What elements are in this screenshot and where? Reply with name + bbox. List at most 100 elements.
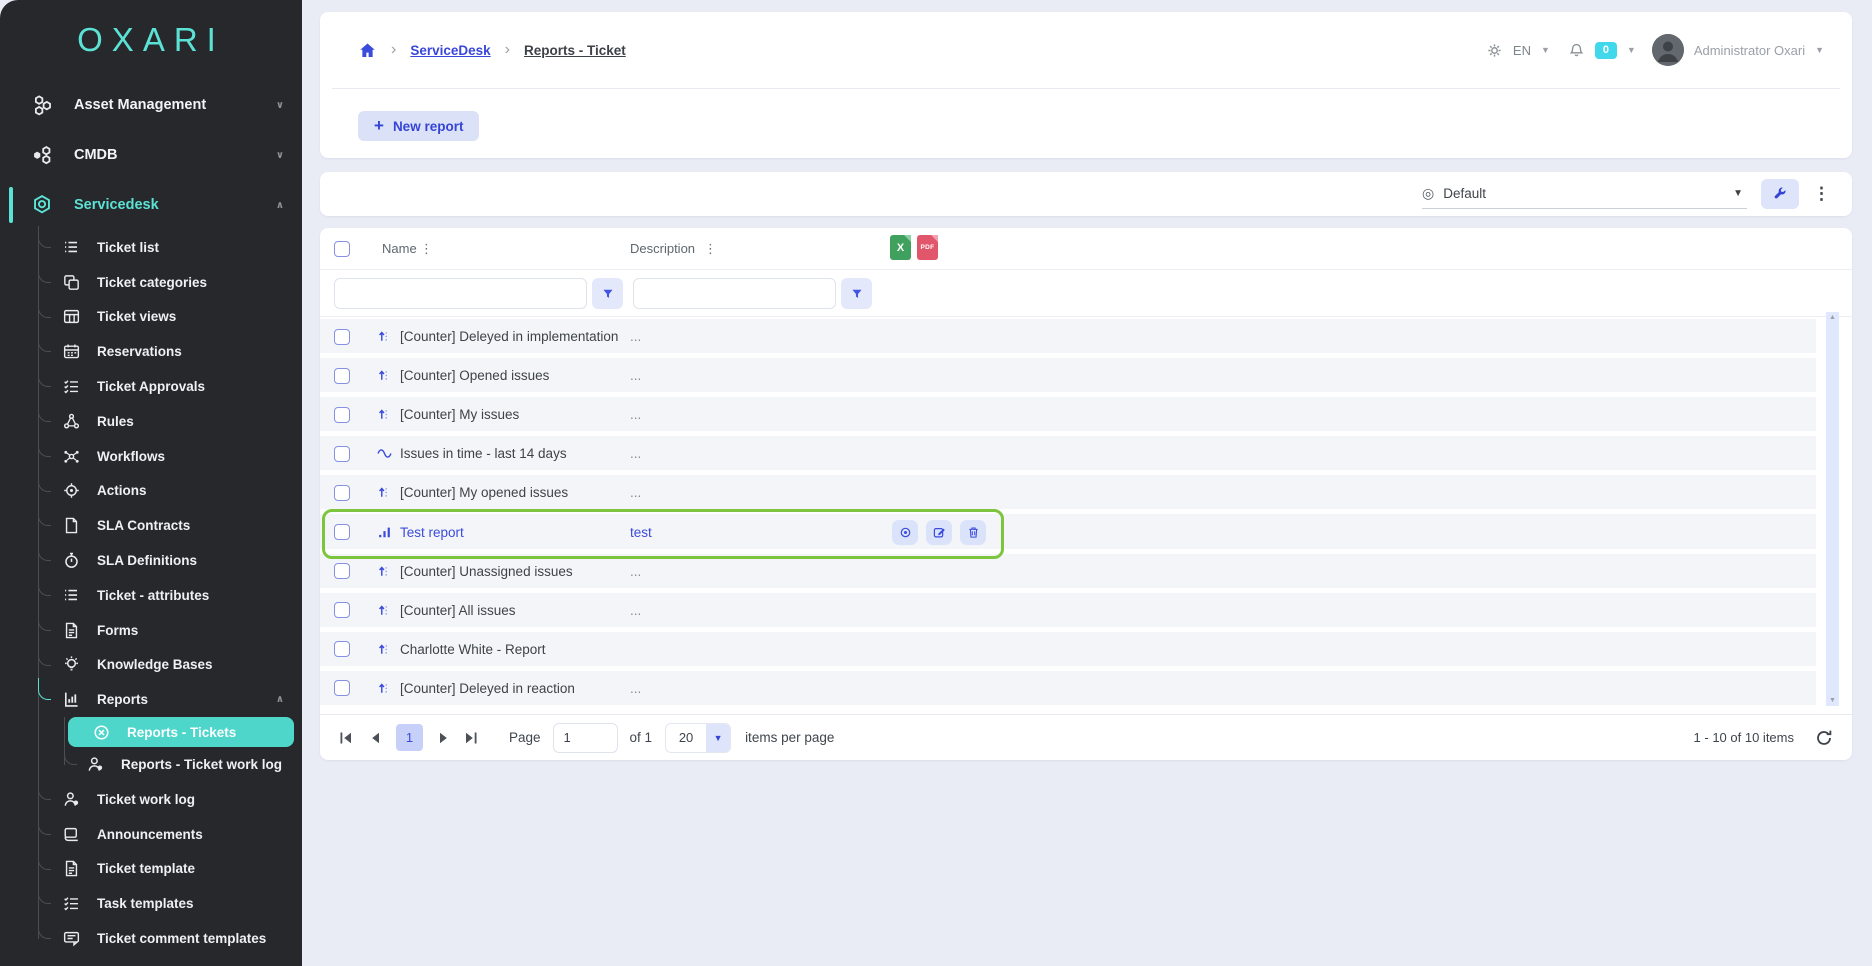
sidebar-item-sla-contracts[interactable]: SLA Contracts [0, 508, 302, 543]
scroll-down-icon[interactable]: ▼ [1826, 697, 1839, 704]
name-filter-funnel-icon[interactable] [592, 278, 623, 309]
sidebar-section-cmdb[interactable]: CMDB∨ [0, 130, 302, 180]
sidebar-item-reservations[interactable]: Reservations [0, 334, 302, 369]
sidebar-item-label: Reports [97, 692, 148, 707]
sidebar-item-ticket-approvals[interactable]: Ticket Approvals [0, 369, 302, 404]
notification-count-badge[interactable]: 0 [1595, 42, 1617, 59]
table-row[interactable]: [Counter] My issues... [320, 395, 1816, 434]
description-filter-funnel-icon[interactable] [841, 278, 872, 309]
language-selector[interactable]: EN [1513, 43, 1531, 58]
notifications-bell-icon[interactable] [1568, 42, 1585, 59]
delete-button[interactable] [960, 520, 986, 545]
sidebar-item-ticket-views[interactable]: Ticket views [0, 300, 302, 335]
new-report-button[interactable]: + New report [358, 111, 479, 141]
sidebar-section-servicedesk[interactable]: Servicedesk∧ [0, 180, 302, 230]
table-row[interactable]: Charlotte White - Report [320, 630, 1816, 669]
row-checkbox[interactable] [334, 680, 350, 696]
sidebar-item-ticket-attributes[interactable]: Ticket - attributes [0, 578, 302, 613]
export-excel-icon[interactable]: X [890, 235, 911, 260]
sidebar-item-label: Ticket Approvals [97, 379, 205, 394]
table-row[interactable]: [Counter] Deleyed in implementation... [320, 317, 1816, 356]
report-name[interactable]: [Counter] My issues [400, 407, 519, 422]
report-name[interactable]: [Counter] All issues [400, 603, 516, 618]
tree-connector [38, 435, 51, 457]
row-checkbox[interactable] [334, 368, 350, 384]
bulb-icon [62, 655, 81, 674]
sidebar-item-reports[interactable]: Reports∧ [0, 682, 302, 717]
row-checkbox[interactable] [334, 329, 350, 345]
row-checkbox[interactable] [334, 446, 350, 462]
chevron-down-icon: ∨ [276, 100, 284, 111]
table-row[interactable]: [Counter] Opened issues... [320, 356, 1816, 395]
last-page-button[interactable] [463, 730, 479, 746]
sidebar-item-ticket-work-log[interactable]: Ticket work log [0, 782, 302, 817]
page-number-input[interactable] [553, 723, 618, 753]
sidebar-item-ticket-comment-templates[interactable]: Ticket comment templates [0, 921, 302, 956]
scroll-up-icon[interactable]: ▲ [1826, 314, 1839, 321]
sidebar-item-reports-ticket-work-log[interactable]: Reports - Ticket work log [0, 747, 302, 782]
table-row[interactable]: [Counter] Deleyed in reaction... [320, 669, 1816, 708]
previous-page-button[interactable] [368, 730, 384, 746]
report-name[interactable]: [Counter] Deleyed in reaction [400, 681, 575, 696]
table-row[interactable]: [Counter] All issues... [320, 591, 1816, 630]
export-pdf-icon[interactable]: PDF [917, 235, 938, 260]
sidebar-item-ticket-categories[interactable]: Ticket categories [0, 265, 302, 300]
first-page-button[interactable] [338, 730, 354, 746]
sidebar-item-announcements[interactable]: Announcements [0, 817, 302, 852]
sidebar-item-actions[interactable]: Actions [0, 474, 302, 509]
more-options-kebab-icon[interactable]: ⋮ [1813, 184, 1830, 204]
bars-icon [376, 524, 393, 541]
row-checkbox[interactable] [334, 563, 350, 579]
table-row[interactable]: Issues in time - last 14 days... [320, 434, 1816, 473]
row-checkbox[interactable] [334, 485, 350, 501]
table-row[interactable]: Test reporttest [320, 512, 1816, 551]
settings-gear-icon[interactable] [1486, 42, 1503, 59]
row-checkbox[interactable] [334, 524, 350, 540]
name-filter-input[interactable] [334, 278, 587, 309]
table-row[interactable]: [Counter] Unassigned issues... [320, 552, 1816, 591]
name-column-menu-icon[interactable]: ⋮ [420, 241, 434, 257]
report-name[interactable]: Issues in time - last 14 days [400, 446, 567, 461]
home-icon[interactable] [358, 41, 377, 60]
table-row[interactable]: [Counter] My opened issues... [320, 473, 1816, 512]
view-button[interactable] [892, 520, 918, 545]
sidebar-item-knowledge-bases[interactable]: Knowledge Bases [0, 648, 302, 683]
sidebar-nav: Asset Management∨CMDB∨Servicedesk∧Ticket… [0, 80, 302, 956]
report-name[interactable]: [Counter] Unassigned issues [400, 564, 573, 579]
page-size-select[interactable]: 20 ▼ [665, 723, 731, 753]
notifications-caret-icon[interactable]: ▼ [1627, 45, 1636, 55]
user-menu-caret-icon[interactable]: ▼ [1815, 45, 1824, 55]
sidebar-item-forms[interactable]: Forms [0, 613, 302, 648]
refresh-icon[interactable] [1814, 728, 1834, 748]
sidebar-item-ticket-template[interactable]: Ticket template [0, 852, 302, 887]
row-checkbox[interactable] [334, 602, 350, 618]
description-column-menu-icon[interactable]: ⋮ [704, 241, 718, 257]
report-name[interactable]: [Counter] My opened issues [400, 485, 568, 500]
row-checkbox[interactable] [334, 407, 350, 423]
breadcrumb-servicedesk-link[interactable]: ServiceDesk [410, 43, 490, 58]
next-page-button[interactable] [435, 730, 451, 746]
user-avatar[interactable] [1652, 34, 1684, 66]
sidebar-item-sla-definitions[interactable]: SLA Definitions [0, 543, 302, 578]
sidebar-item-rules[interactable]: Rules [0, 404, 302, 439]
select-all-checkbox[interactable] [334, 241, 350, 257]
report-name[interactable]: Charlotte White - Report [400, 642, 546, 657]
report-name[interactable]: Test report [400, 525, 464, 540]
view-selector-dropdown[interactable]: ◎ Default ▼ [1422, 179, 1747, 209]
description-filter-input[interactable] [633, 278, 836, 309]
row-checkbox[interactable] [334, 641, 350, 657]
user-name[interactable]: Administrator Oxari [1694, 43, 1805, 58]
sidebar-section-asset-management[interactable]: Asset Management∨ [0, 80, 302, 130]
report-name[interactable]: [Counter] Deleyed in implementation [400, 329, 618, 344]
sidebar-item-ticket-list[interactable]: Ticket list [0, 230, 302, 265]
page-1-button[interactable]: 1 [396, 724, 423, 751]
configure-view-button[interactable] [1761, 179, 1799, 209]
report-name[interactable]: [Counter] Opened issues [400, 368, 549, 383]
language-caret-icon[interactable]: ▼ [1541, 45, 1550, 55]
sidebar-item-workflows[interactable]: Workflows [0, 439, 302, 474]
sidebar-item-reports-tickets[interactable]: Reports - Tickets [68, 717, 294, 747]
tree-connector [64, 743, 77, 765]
sidebar-item-task-templates[interactable]: Task templates [0, 886, 302, 921]
edit-button[interactable] [926, 520, 952, 545]
vertical-scrollbar[interactable]: ▲ ▼ [1826, 312, 1839, 706]
